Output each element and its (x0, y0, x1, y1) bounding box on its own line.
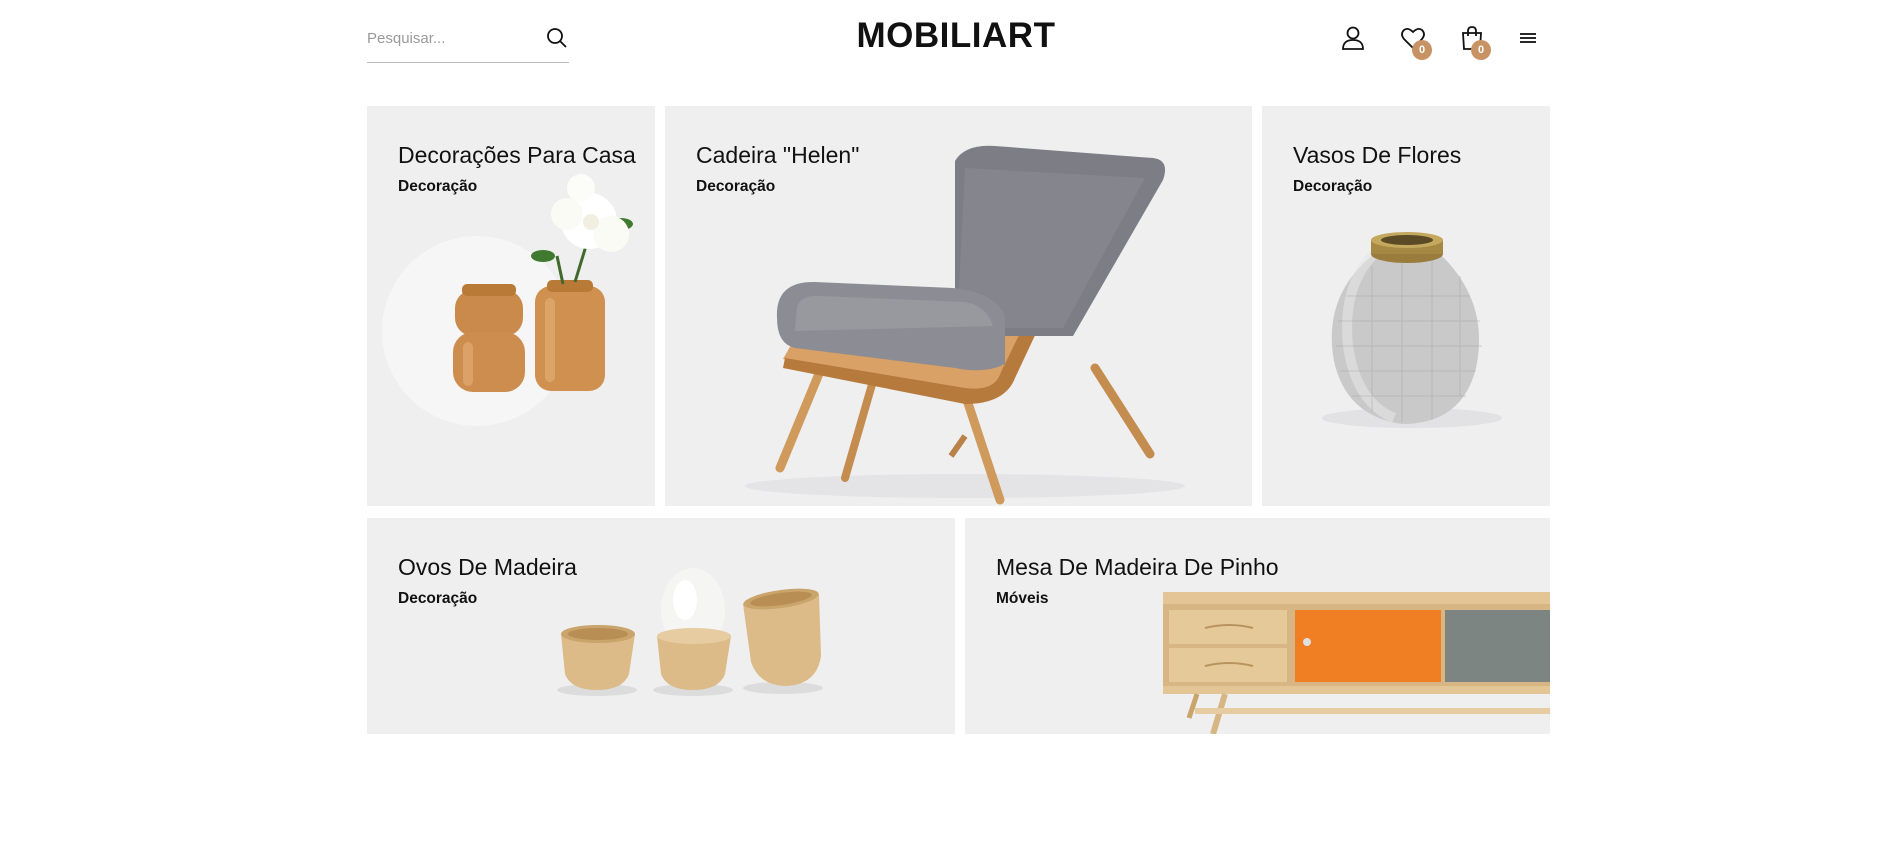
category-tile-pine-table[interactable]: Mesa De Madeira De Pinho Móveis (965, 518, 1550, 734)
category-tile-home-decor[interactable]: Decorações Para Casa Decoração (367, 106, 655, 506)
sideboard-image (1163, 592, 1550, 734)
search-icon[interactable] (545, 26, 569, 50)
search-bar (367, 22, 569, 63)
category-tile-wooden-eggs[interactable]: Ovos De Madeira Decoração (367, 518, 955, 734)
search-input[interactable] (367, 22, 527, 54)
tile-category: Decoração (1293, 178, 1373, 195)
category-tile-flower-vases[interactable]: Vasos De Flores Decoração (1262, 106, 1550, 506)
site-header: MOBILIART 0 0 (0, 0, 1900, 90)
tile-category: Decoração (398, 178, 478, 195)
category-tile-helen-chair[interactable]: Cadeira "Helen" Decoração (665, 106, 1252, 506)
tile-category: Decoração (398, 590, 478, 607)
site-logo[interactable]: MOBILIART (800, 16, 1112, 56)
tile-title: Decorações Para Casa (398, 142, 636, 168)
wooden-egg-cups-image (557, 568, 823, 696)
user-icon[interactable] (1339, 24, 1367, 52)
wishlist-count-badge: 0 (1412, 40, 1432, 60)
tile-title: Ovos De Madeira (398, 554, 577, 580)
cart-count-badge: 0 (1471, 40, 1491, 60)
tile-category: Móveis (996, 590, 1049, 607)
tile-title: Cadeira "Helen" (696, 142, 860, 168)
menu-icon[interactable] (1514, 24, 1542, 52)
tile-title: Vasos De Flores (1293, 142, 1462, 168)
tile-category: Decoração (696, 178, 776, 195)
tile-title: Mesa De Madeira De Pinho (996, 554, 1279, 580)
